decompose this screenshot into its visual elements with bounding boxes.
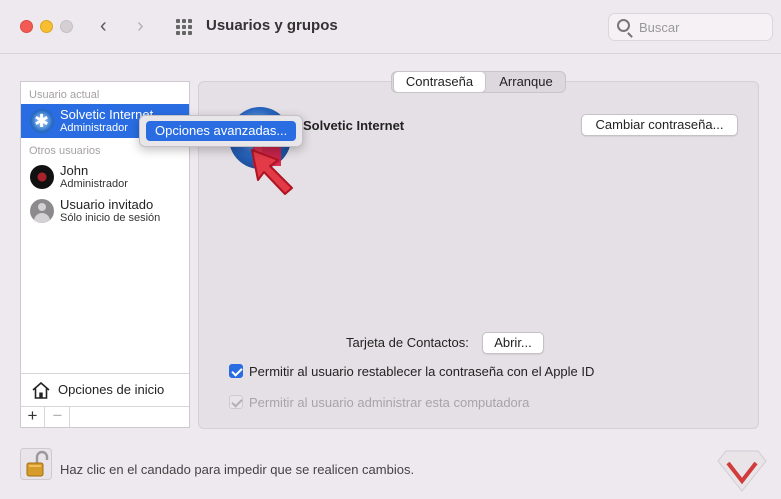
back-arrow-icon[interactable]: ‹	[100, 16, 107, 36]
record-avatar	[30, 165, 54, 189]
guest-avatar	[30, 199, 54, 223]
tab-login-items[interactable]: Arranque	[488, 72, 564, 92]
sidebar-user-guest[interactable]: Usuario invitado Sólo inicio de sesión	[21, 194, 189, 228]
add-user-button[interactable]: +	[21, 407, 45, 427]
show-all-grid-icon[interactable]	[176, 19, 192, 35]
search-field[interactable]	[608, 13, 773, 41]
user-context-menu: Opciones avanzadas...	[139, 115, 303, 147]
other-users-section-label: Otros usuarios	[29, 145, 101, 157]
open-contact-button[interactable]: Abrir...	[482, 332, 544, 354]
lock-status-text: Haz clic en el candado para impedir que …	[60, 462, 415, 477]
login-options-label: Opciones de inicio	[58, 382, 165, 397]
snowflake-avatar	[30, 109, 54, 133]
users-groups-window: ‹ › Usuarios y grupos Usuario actual Sol…	[0, 0, 781, 499]
unlocked-padlock-icon[interactable]	[20, 448, 52, 480]
zoom-window-button[interactable]	[60, 20, 73, 33]
window-title: Usuarios y grupos	[206, 17, 338, 34]
remove-user-button[interactable]: −	[46, 407, 70, 427]
allow-reset-checkbox[interactable]	[229, 364, 243, 378]
allow-reset-label[interactable]: Permitir al usuario restablecer la contr…	[249, 364, 594, 379]
user-full-name: Solvetic Internet	[303, 118, 405, 133]
allow-admin-label: Permitir al usuario administrar esta com…	[249, 395, 530, 410]
forward-arrow-icon[interactable]: ›	[137, 16, 144, 36]
contacts-card-label: Tarjeta de Contactos:	[346, 335, 469, 350]
allow-admin-checkbox	[229, 395, 243, 409]
tab-bar: Contraseña Arranque	[391, 71, 566, 93]
minimize-window-button[interactable]	[40, 20, 53, 33]
search-input[interactable]	[639, 19, 764, 36]
tab-password[interactable]: Contraseña	[393, 71, 486, 93]
login-options-button[interactable]: Opciones de inicio	[21, 374, 189, 406]
advanced-options-menu-item[interactable]: Opciones avanzadas...	[146, 121, 296, 141]
toolbar: ‹ › Usuarios y grupos	[0, 0, 781, 54]
user-role: Sólo inicio de sesión	[60, 212, 161, 224]
pointer-arrow-icon	[251, 149, 293, 195]
solvetic-logo-icon	[717, 450, 767, 492]
close-window-button[interactable]	[20, 20, 33, 33]
user-role: Administrador	[60, 178, 128, 190]
user-role: Administrador	[60, 122, 128, 134]
sidebar-user-john[interactable]: John Administrador	[21, 160, 189, 194]
user-name: Usuario invitado	[60, 197, 154, 212]
change-password-button[interactable]: Cambiar contraseña...	[581, 114, 738, 136]
house-icon	[32, 382, 50, 399]
current-user-section-label: Usuario actual	[29, 89, 100, 101]
search-icon	[617, 19, 630, 32]
user-name: John	[60, 163, 89, 178]
